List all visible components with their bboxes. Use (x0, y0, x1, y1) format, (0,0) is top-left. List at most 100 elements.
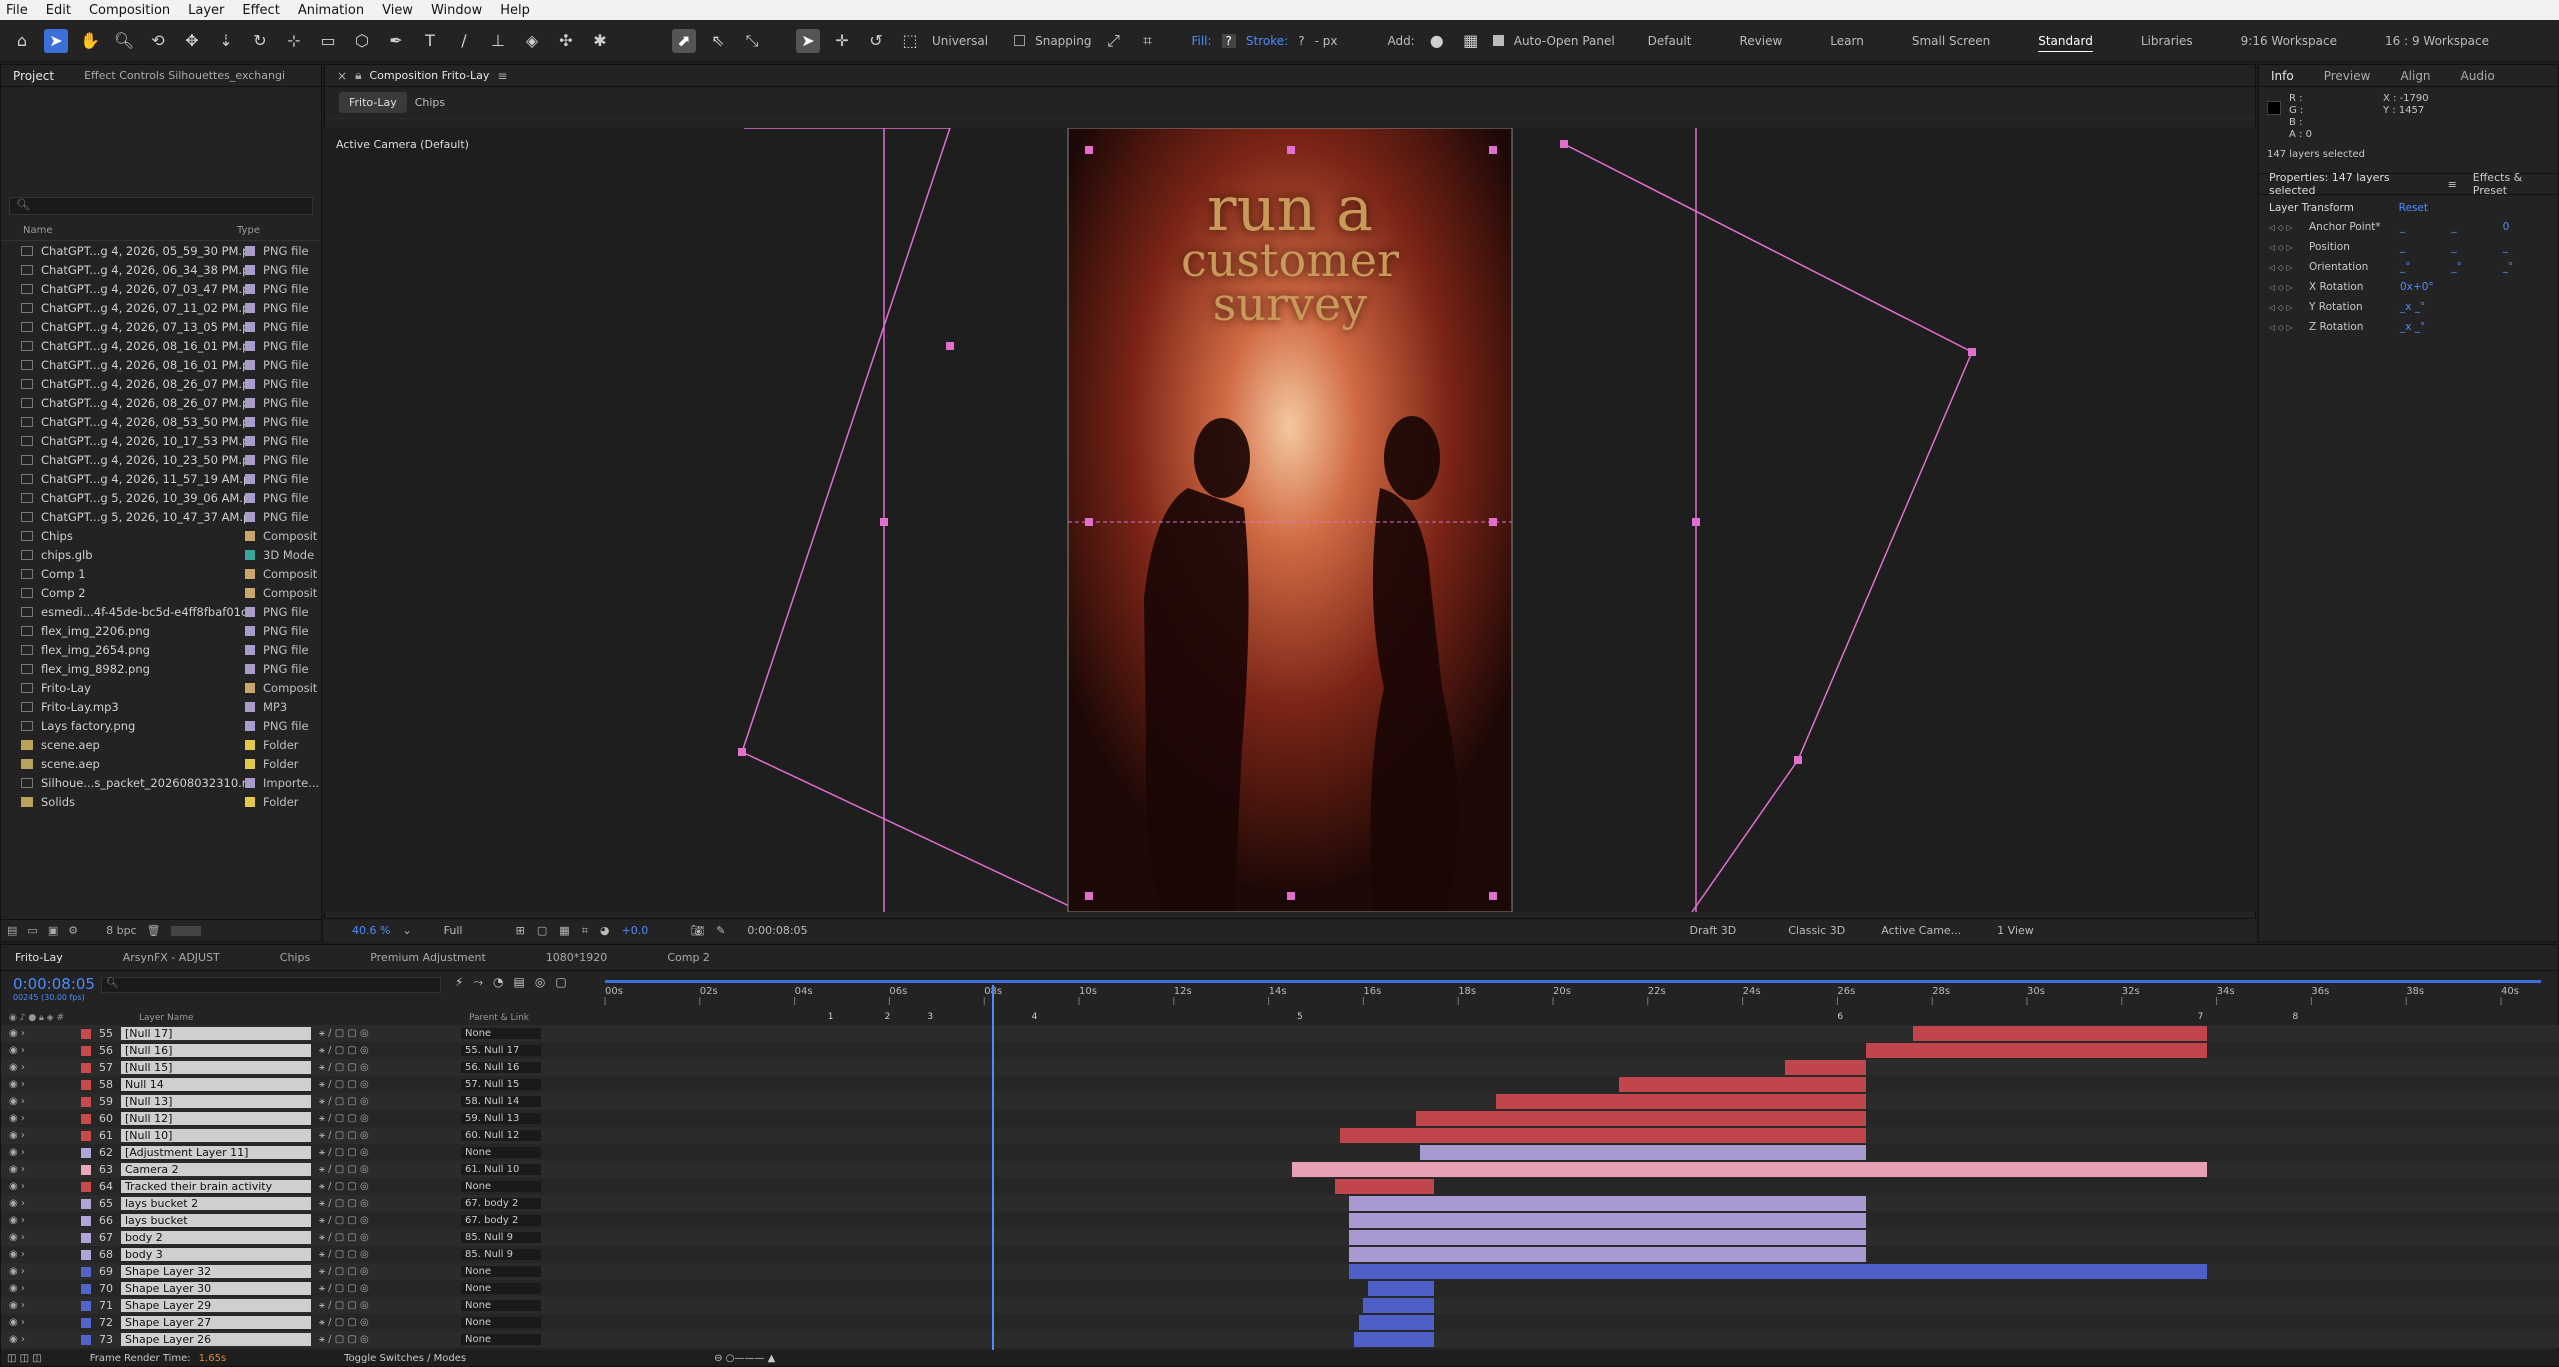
visibility-icon[interactable]: ◉ › (1, 1300, 81, 1311)
project-item[interactable]: ChatGPT...g 4, 2026, 07_13_05 PM.png PNG … (1, 317, 321, 336)
parent-select[interactable]: None (461, 1283, 541, 1294)
layer-name[interactable]: Shape Layer 27 (121, 1316, 311, 1329)
layer-switches[interactable]: ⚹ ∕ ▢ ▢ ◎ (311, 1249, 461, 1260)
comp-marker[interactable]: 6 (1837, 1012, 1843, 1022)
layer-duration-bar[interactable] (1339, 1128, 1866, 1143)
project-item[interactable]: ChatGPT...g 4, 2026, 08_26_07 PM.png PNG … (1, 393, 321, 412)
layer-label-color[interactable] (81, 1317, 91, 1328)
layer-row[interactable]: ◉ › 62 [Adjustment Layer 11] ⚹ ∕ ▢ ▢ ◎ None (1, 1144, 2559, 1161)
col-parent[interactable]: Parent & Link (469, 1013, 529, 1023)
eraser-tool-icon[interactable]: ◈ (520, 29, 544, 53)
panel-menu-icon[interactable]: ≡ (497, 69, 507, 83)
layer-row[interactable]: ◉ › 70 Shape Layer 30 ⚹ ∕ ▢ ▢ ◎ None (1, 1280, 2559, 1297)
menu-view[interactable]: View (382, 3, 413, 18)
layer-duration-bar[interactable] (1349, 1264, 2208, 1279)
visibility-icon[interactable]: ◉ › (1, 1181, 81, 1192)
label-swatch[interactable] (245, 359, 255, 370)
label-swatch[interactable] (245, 397, 255, 408)
workspace-learn[interactable]: Learn (1830, 34, 1864, 48)
stroke-value[interactable]: ? (1298, 34, 1304, 48)
keyframe-nav-icon[interactable]: ◁ ◇ ▷ (2269, 323, 2303, 332)
project-item[interactable]: Comp 2 Composit (1, 583, 321, 602)
keyframe-nav-icon[interactable]: ◁ ◇ ▷ (2269, 263, 2303, 272)
layer-switches[interactable]: ⚹ ∕ ▢ ▢ ◎ (311, 1181, 461, 1192)
comp-marker[interactable]: 2 (885, 1012, 891, 1022)
prop-value[interactable]: _ (2451, 221, 2496, 233)
layer-switches[interactable]: ⚹ ∕ ▢ ▢ ◎ (311, 1113, 461, 1124)
keyframe-nav-icon[interactable]: ◁ ◇ ▷ (2269, 303, 2303, 312)
layer-name[interactable]: [Null 17] (121, 1027, 311, 1040)
label-swatch[interactable] (245, 796, 255, 807)
layer-label-color[interactable] (81, 1181, 91, 1192)
parent-select[interactable]: 85. Null 9 (461, 1232, 541, 1243)
layer-row[interactable]: ◉ › 65 lays bucket 2 ⚹ ∕ ▢ ▢ ◎ 67. body 2 (1, 1195, 2559, 1212)
comp-marker[interactable]: 5 (1297, 1012, 1303, 1022)
layer-switches[interactable]: ⚹ ∕ ▢ ▢ ◎ (311, 1164, 461, 1175)
frame-blend-icon[interactable]: ▤ (514, 975, 525, 990)
visibility-icon[interactable]: ◉ › (1, 1334, 81, 1345)
stroke-label[interactable]: Stroke: (1246, 34, 1288, 48)
label-swatch[interactable] (245, 644, 255, 655)
layer-switches[interactable]: ⚹ ∕ ▢ ▢ ◎ (311, 1198, 461, 1209)
comp-viewport[interactable]: Active Camera (Default) run a customer s… (324, 128, 2256, 912)
keyframe-nav-icon[interactable]: ◁ ◇ ▷ (2269, 223, 2303, 232)
menu-edit[interactable]: Edit (46, 3, 71, 18)
layer-switches[interactable]: ⚹ ∕ ▢ ▢ ◎ (311, 1096, 461, 1107)
roto-tool-icon[interactable]: ✣ (554, 29, 578, 53)
layer-switches[interactable]: ⚹ ∕ ▢ ▢ ◎ (311, 1266, 461, 1277)
shy-icon[interactable]: ◔ (493, 975, 503, 990)
visibility-icon[interactable]: ◉ › (1, 1232, 81, 1243)
footer-icons[interactable]: ◫ ◫ ◫ (7, 1353, 42, 1364)
layer-duration-bar[interactable] (1358, 1315, 1435, 1330)
tab-audio[interactable]: Audio (2461, 69, 2495, 83)
toggle-switches[interactable]: Toggle Switches / Modes (344, 1353, 466, 1364)
prop-value[interactable]: _ (2400, 221, 2445, 233)
parent-select[interactable]: None (461, 1300, 541, 1311)
layer-switches[interactable]: ⚹ ∕ ▢ ▢ ◎ (311, 1334, 461, 1345)
project-item[interactable]: ChatGPT...g 4, 2026, 07_03_47 PM.png PNG … (1, 279, 321, 298)
layer-duration-bar[interactable] (1913, 1026, 2208, 1041)
layer-name[interactable]: body 2 (121, 1231, 311, 1244)
label-swatch[interactable] (245, 739, 255, 750)
layer-row[interactable]: ◉ › 61 [Null 10] ⚹ ∕ ▢ ▢ ◎ 60. Null 12 (1, 1127, 2559, 1144)
prop-value[interactable]: _° (2503, 261, 2548, 273)
layer-name[interactable]: Shape Layer 32 (121, 1265, 311, 1278)
parent-select[interactable]: 57. Null 15 (461, 1079, 541, 1090)
parent-select[interactable]: None (461, 1266, 541, 1277)
layer-row[interactable]: ◉ › 73 Shape Layer 26 ⚹ ∕ ▢ ▢ ◎ None (1, 1331, 2559, 1348)
visibility-icon[interactable]: ◉ › (1, 1079, 81, 1090)
pen-tool-icon[interactable]: ✒ (384, 29, 408, 53)
home-icon[interactable]: ⌂ (10, 29, 34, 53)
parent-select[interactable]: 59. Null 13 (461, 1113, 541, 1124)
layer-label-color[interactable] (81, 1215, 91, 1226)
label-swatch[interactable] (245, 378, 255, 389)
project-item[interactable]: ChatGPT...g 4, 2026, 06_34_38 PM.png PNG … (1, 260, 321, 279)
layer-name[interactable]: Camera 2 (121, 1163, 311, 1176)
parent-select[interactable]: 67. body 2 (461, 1215, 541, 1226)
workspace-libraries[interactable]: Libraries (2141, 34, 2193, 48)
layer-duration-bar[interactable] (1785, 1060, 1866, 1075)
label-swatch[interactable] (245, 587, 255, 598)
layer-name[interactable]: Shape Layer 30 (121, 1282, 311, 1295)
layer-row[interactable]: ◉ › 66 lays bucket ⚹ ∕ ▢ ▢ ◎ 67. body 2 (1, 1212, 2559, 1229)
layer-duration-bar[interactable] (1353, 1332, 1435, 1347)
label-swatch[interactable] (245, 473, 255, 484)
transparency-icon[interactable]: ▦ (559, 924, 569, 937)
project-item[interactable]: Frito-Lay Composit (1, 678, 321, 697)
layer-name[interactable]: Shape Layer 26 (121, 1333, 311, 1346)
tab-effect-controls[interactable]: Effect Controls Silhouettes_exchangi (84, 69, 285, 82)
snapping-checkbox[interactable] (1014, 35, 1026, 46)
puppet-tool-icon[interactable]: ✱ (588, 29, 612, 53)
visibility-icon[interactable]: ◉ › (1, 1028, 81, 1039)
workspace-standard[interactable]: Standard (2038, 34, 2093, 48)
bpc-button[interactable]: 8 bpc (106, 924, 137, 937)
layer-duration-bar[interactable] (1349, 1196, 1866, 1211)
project-item[interactable]: flex_img_2654.png PNG file (1, 640, 321, 659)
parent-select[interactable]: 56. Null 16 (461, 1062, 541, 1073)
prop-value[interactable]: _x _° (2400, 301, 2445, 313)
layer-row[interactable]: ◉ › 72 Shape Layer 27 ⚹ ∕ ▢ ▢ ◎ None (1, 1314, 2559, 1331)
project-item[interactable]: ChatGPT...g 4, 2026, 08_16_01 PM.png PNG … (1, 355, 321, 374)
close-icon[interactable]: × (337, 69, 347, 83)
layer-duration-bar[interactable] (1349, 1247, 1866, 1262)
time-ruler[interactable]: 00s02s04s06s08s10s12s14s16s18s20s22s24s2… (601, 975, 2559, 1025)
